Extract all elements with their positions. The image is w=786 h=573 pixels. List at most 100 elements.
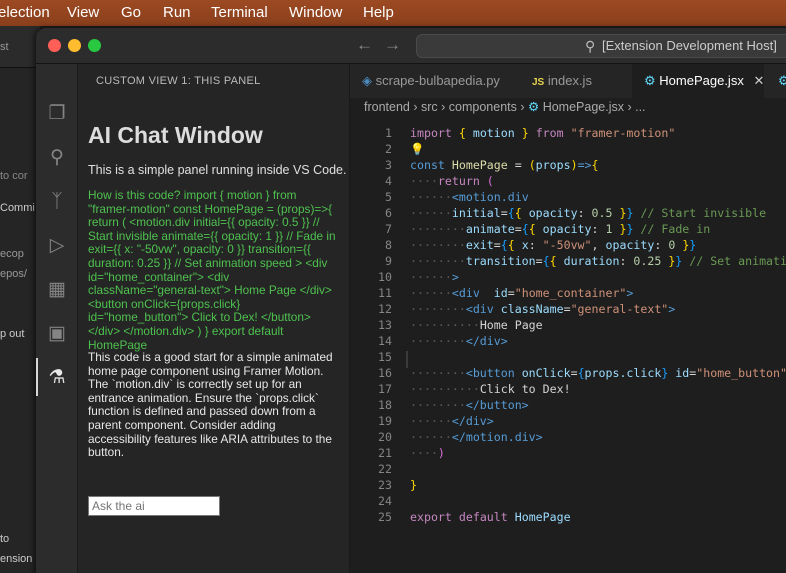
close-window-button[interactable]	[48, 39, 61, 52]
bg-text: to cor	[0, 170, 28, 182]
active-indicator	[36, 358, 38, 396]
code-line[interactable]: 8 ········exit={{ x: "-50vw", opacity: 0 …	[350, 238, 786, 254]
code-text: const HomePage = (props)=>{	[410, 158, 599, 172]
menu-terminal[interactable]: Terminal	[211, 4, 268, 21]
line-number: 1	[385, 126, 392, 140]
menu-go[interactable]: Go	[121, 4, 141, 21]
line-number: 9	[385, 254, 392, 268]
code-line[interactable]: 4 ····return (	[350, 174, 786, 190]
title-bar: ← → ⚲ [Extension Development Host]	[36, 28, 786, 64]
menu-run[interactable]: Run	[163, 4, 191, 21]
code-text: ··········Home Page	[410, 318, 543, 332]
command-center-search[interactable]: ⚲ [Extension Development Host]	[416, 34, 786, 58]
bg-text: to	[0, 533, 10, 545]
line-number: 4	[385, 174, 392, 188]
line-number: 6	[385, 206, 392, 220]
search-icon[interactable]: ⚲	[45, 146, 69, 170]
breadcrumb-item[interactable]: src	[421, 100, 438, 114]
line-number: 14	[378, 334, 392, 348]
breadcrumb-item[interactable]: components	[449, 100, 517, 114]
panel-title: AI Chat Window	[88, 122, 263, 148]
tab-label: index.js	[547, 73, 592, 88]
code-line[interactable]: 15	[350, 350, 786, 366]
code-text: ······initial={{ opacity: 0.5 }} // Star…	[410, 206, 767, 220]
line-number: 20	[378, 430, 392, 444]
code-text: ······</motion.div>	[410, 430, 543, 444]
code-line[interactable]: 9 ········transition={{ duration: 0.25 }}…	[350, 254, 786, 270]
breadcrumb-item[interactable]: HomePage.jsx	[543, 100, 624, 114]
code-text: ········<button onClick={props.click} id…	[410, 366, 786, 380]
flask-icon[interactable]: ⚗	[45, 366, 69, 390]
activity-bar: ❐ ⚲ ᛉ ▷ ▦ ▣ ⚗	[36, 64, 78, 573]
bg-text: ension	[0, 553, 33, 565]
menu-selection[interactable]: election	[0, 4, 50, 21]
code-text: }	[410, 478, 417, 492]
code-line[interactable]: 17 ··········Click to Dex!	[350, 382, 786, 398]
run-debug-icon[interactable]: ▷	[45, 234, 69, 258]
code-line[interactable]: 11 ······<div id="home_container">	[350, 286, 786, 302]
code-text: ··········Click to Dex!	[410, 382, 571, 396]
breadcrumb-item[interactable]: frontend	[364, 100, 410, 114]
code-text: ········transition={{ duration: 0.25 }} …	[410, 254, 786, 268]
code-text: ········</div>	[410, 334, 508, 348]
code-line[interactable]: 16 ········<button onClick={props.click} …	[350, 366, 786, 382]
code-line[interactable]: 12 ········<div className="general-text">	[350, 302, 786, 318]
code-line[interactable]: 20 ······</motion.div>	[350, 430, 786, 446]
search-label: [Extension Development Host]	[602, 38, 777, 53]
code-line[interactable]: 6 ······initial={{ opacity: 0.5 }} // Sta…	[350, 206, 786, 222]
line-number: 19	[378, 414, 392, 428]
code-line[interactable]: 22	[350, 462, 786, 478]
tab-overflow[interactable]: ⚙	[776, 64, 786, 98]
source-control-icon[interactable]: ᛉ	[45, 190, 69, 214]
forward-arrow-icon[interactable]: →	[384, 35, 401, 55]
tab-label: HomePage.jsx	[659, 73, 744, 88]
line-number: 7	[385, 222, 392, 236]
code-line[interactable]: 21 ····)	[350, 446, 786, 462]
code-line[interactable]: 18 ········</button>	[350, 398, 786, 414]
line-number: 16	[378, 366, 392, 380]
code-text: ······<div id="home_container">	[410, 286, 634, 300]
minimize-window-button[interactable]	[68, 39, 81, 52]
line-number: 17	[378, 382, 392, 396]
ask-ai-input[interactable]	[88, 496, 220, 516]
js-icon: JS	[532, 77, 545, 88]
code-line[interactable]: 23}	[350, 478, 786, 494]
code-line[interactable]: 5 ······<motion.div	[350, 190, 786, 206]
background-window: st to cor Commi ecop epos/ p out to ensi…	[0, 26, 40, 573]
code-line[interactable]: 19 ······</div>	[350, 414, 786, 430]
code-line[interactable]: 13 ··········Home Page	[350, 318, 786, 334]
menu-view[interactable]: View	[67, 4, 99, 21]
react-icon: ⚙	[527, 100, 540, 114]
ai-answer: This code is a good start for a simple a…	[88, 350, 333, 460]
code-text: ········animate={{ opacity: 1 }} // Fade…	[410, 222, 711, 236]
line-number: 24	[378, 494, 392, 508]
tab-scrape-bulbapedia[interactable]: ◈ scrape-bulbapedia.py	[350, 64, 516, 98]
code-line[interactable]: 25 export default HomePage	[350, 510, 786, 526]
menu-help[interactable]: Help	[363, 4, 394, 21]
code-line[interactable]: 14 ········</div>	[350, 334, 786, 350]
back-arrow-icon[interactable]: ←	[356, 35, 373, 55]
code-line[interactable]: 10 ······>	[350, 270, 786, 286]
lightbulb-icon[interactable]: 💡	[410, 142, 424, 156]
code-text: ········<div className="general-text">	[410, 302, 676, 316]
tab-index-js[interactable]: JS index.js	[520, 64, 630, 98]
code-text: ········</button>	[410, 398, 529, 412]
close-tab-icon[interactable]: ✕	[753, 73, 764, 88]
code-line[interactable]: 1 import { motion } from "framer-motion"	[350, 126, 786, 142]
extensions-icon[interactable]: ▦	[45, 278, 69, 302]
editor-area: ◈ scrape-bulbapedia.py JS index.js ⚙ Hom…	[350, 64, 786, 573]
code-line[interactable]: 3 const HomePage = (props)=>{	[350, 158, 786, 174]
remote-explorer-icon[interactable]: ▣	[45, 322, 69, 346]
code-line[interactable]: 7 ········animate={{ opacity: 1 }} // Fad…	[350, 222, 786, 238]
code-text: 💡	[410, 142, 424, 156]
panel-intro: This is a simple panel running inside VS…	[88, 163, 347, 177]
menu-window[interactable]: Window	[289, 4, 342, 21]
explorer-icon[interactable]: ❐	[45, 102, 69, 126]
code-line[interactable]: 24	[350, 494, 786, 510]
breadcrumb-item[interactable]: ...	[635, 100, 645, 114]
zoom-window-button[interactable]	[88, 39, 101, 52]
code-line[interactable]: 2 💡	[350, 142, 786, 158]
tab-homepage-jsx[interactable]: ⚙ HomePage.jsx ✕	[632, 64, 764, 98]
breadcrumb: frontend › src › components › ⚙ HomePage…	[364, 100, 646, 114]
custom-view-panel: CUSTOM VIEW 1: THIS PANEL AI Chat Window…	[78, 64, 350, 573]
